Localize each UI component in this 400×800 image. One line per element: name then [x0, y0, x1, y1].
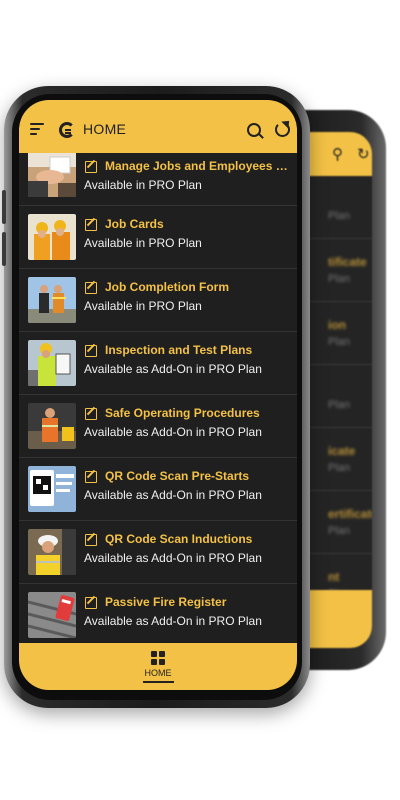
- item-title: QR Code Scan Pre-Starts: [105, 469, 250, 483]
- item-title: Job Cards: [105, 217, 164, 231]
- home-tab-label: HOME: [144, 668, 172, 678]
- edit-icon: [85, 471, 97, 483]
- item-title: Passive Fire Register: [105, 595, 227, 609]
- background-item-subtitle: Plan: [328, 273, 351, 285]
- edit-icon: [85, 408, 97, 420]
- item-subtitle: Available as Add-On in PRO Plan: [84, 362, 262, 376]
- logo-icon: [59, 122, 75, 138]
- refresh-icon: ↻: [357, 146, 370, 163]
- background-item-subtitle: Plan: [328, 336, 351, 348]
- app-screen: HOME Manage Jobs and Employees Lis... Ava…: [19, 100, 297, 690]
- item-thumbnail: [28, 466, 76, 512]
- item-subtitle: Available as Add-On in PRO Plan: [84, 425, 262, 439]
- edit-icon: [85, 282, 97, 294]
- menu-icon[interactable]: [30, 123, 44, 135]
- item-subtitle: Available in PRO Plan: [84, 299, 202, 313]
- edit-icon: [85, 534, 97, 546]
- background-item-title: icate: [328, 444, 356, 458]
- item-thumbnail: [28, 403, 76, 449]
- edit-icon: [85, 345, 97, 357]
- item-subtitle: Available in PRO Plan: [84, 178, 202, 192]
- background-item-title: ion: [328, 318, 346, 332]
- background-item-subtitle: Plan: [328, 525, 351, 537]
- volume-button: [2, 190, 6, 224]
- item-thumbnail: [28, 214, 76, 260]
- item-thumbnail: [28, 153, 76, 197]
- background-item-title: ertificate: [328, 507, 372, 521]
- home-grid-icon: [151, 651, 165, 665]
- list-item[interactable]: Inspection and Test Plans Available as Ad…: [19, 332, 297, 395]
- edit-icon: [85, 597, 97, 609]
- list-item[interactable]: QR Code Scan Pre-Starts Available as Add-…: [19, 458, 297, 521]
- item-subtitle: Available as Add-On in PRO Plan: [84, 488, 262, 502]
- item-title: Inspection and Test Plans: [105, 343, 253, 357]
- edit-icon: [85, 161, 97, 173]
- item-title: QR Code Scan Inductions: [105, 532, 253, 546]
- list-item[interactable]: Passive Fire Register Available as Add-On…: [19, 584, 297, 643]
- app-header: HOME: [19, 100, 297, 153]
- item-thumbnail: [28, 592, 76, 638]
- item-subtitle: Available in PRO Plan: [84, 236, 202, 250]
- list-item[interactable]: Job Cards Available in PRO Plan: [19, 206, 297, 269]
- list-item[interactable]: Safe Operating Procedures Available as Ad…: [19, 395, 297, 458]
- home-tab-indicator: [143, 681, 174, 683]
- volume-button: [2, 232, 6, 266]
- item-title: Safe Operating Procedures: [105, 406, 260, 420]
- background-item-subtitle: Plan: [328, 462, 351, 474]
- item-title: Job Completion Form: [105, 280, 229, 294]
- list-item[interactable]: Manage Jobs and Employees Lis... Availabl…: [19, 153, 297, 206]
- item-thumbnail: [28, 340, 76, 386]
- refresh-icon[interactable]: [275, 122, 290, 137]
- bottom-nav: HOME: [19, 643, 297, 690]
- feature-list: Manage Jobs and Employees Lis... Availabl…: [19, 153, 297, 643]
- page-title: HOME: [83, 121, 127, 137]
- list-item[interactable]: QR Code Scan Inductions Available as Add-…: [19, 521, 297, 584]
- item-subtitle: Available as Add-On in PRO Plan: [84, 551, 262, 565]
- list-item[interactable]: Job Completion Form Available in PRO Plan: [19, 269, 297, 332]
- background-item-title: tificate: [328, 255, 367, 269]
- background-item-title: nt: [328, 570, 340, 584]
- background-item-subtitle: Plan: [328, 210, 351, 222]
- item-title: Manage Jobs and Employees Lis...: [105, 159, 295, 173]
- background-item-subtitle: Plan: [328, 399, 351, 411]
- search-icon: ⚲: [332, 146, 343, 163]
- item-subtitle: Available as Add-On in PRO Plan: [84, 614, 262, 628]
- edit-icon: [85, 219, 97, 231]
- item-thumbnail: [28, 277, 76, 323]
- search-icon[interactable]: [247, 123, 261, 137]
- item-thumbnail: [28, 529, 76, 575]
